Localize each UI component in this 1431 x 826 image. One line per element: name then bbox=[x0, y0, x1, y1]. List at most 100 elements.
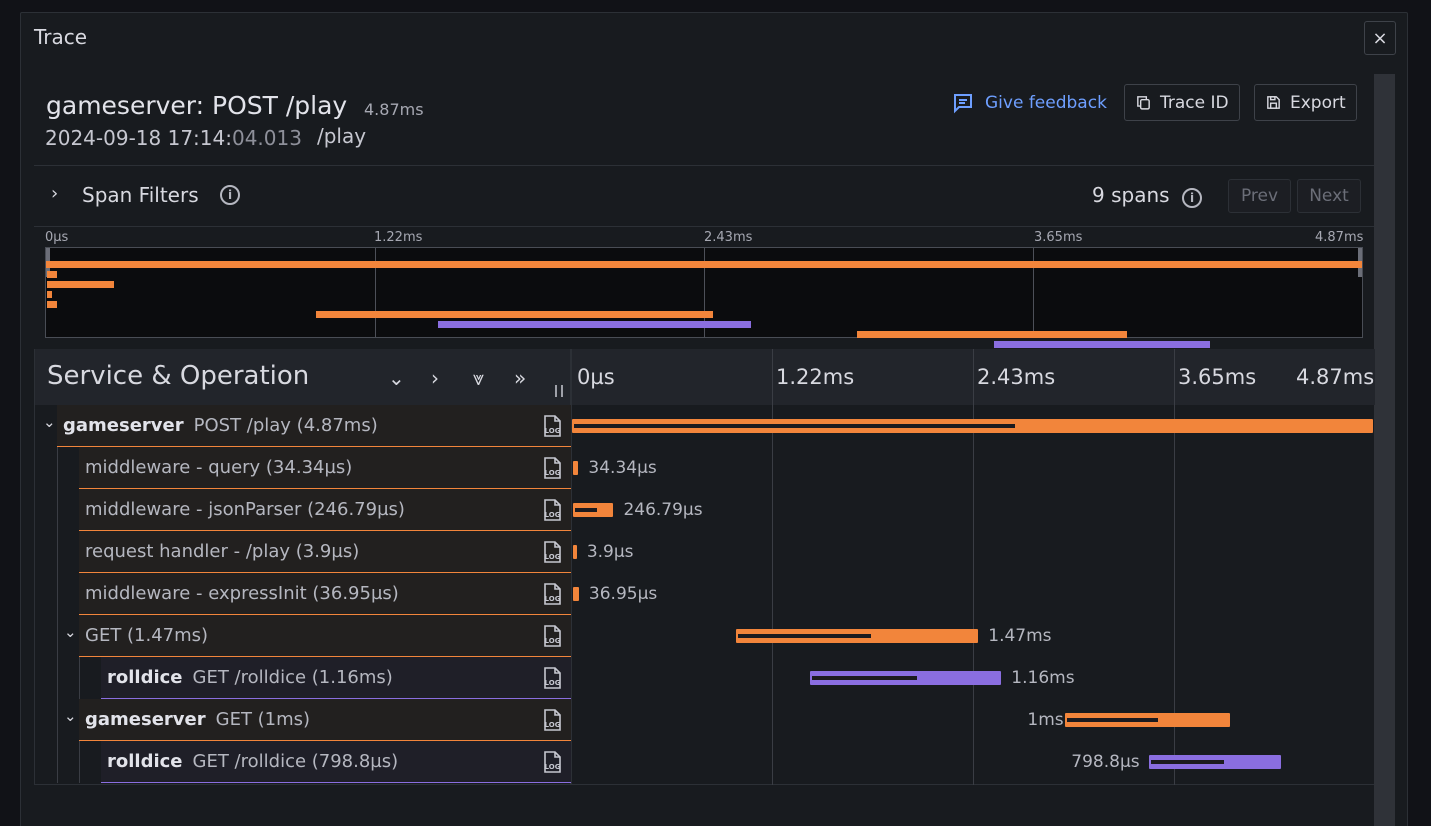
close-button[interactable]: × bbox=[1364, 21, 1396, 55]
span-label[interactable]: ⌄ gameserver POST /play (4.87ms) bbox=[43, 405, 571, 447]
collapse-all-icon[interactable]: ⩔ bbox=[473, 366, 484, 390]
log-icon[interactable]: LOG bbox=[540, 498, 564, 522]
log-icon[interactable]: LOG bbox=[540, 708, 564, 732]
column-resizer[interactable] bbox=[555, 385, 563, 397]
span-label[interactable]: ⌄ GET (1.47ms) bbox=[64, 615, 571, 657]
indent-guide bbox=[57, 699, 58, 741]
minimap-span-bar bbox=[856, 331, 1127, 338]
indent-guide bbox=[57, 741, 58, 783]
log-icon[interactable]: LOG bbox=[540, 624, 564, 648]
span-bar[interactable] bbox=[1065, 713, 1230, 727]
span-duration-label: 246.79µs bbox=[623, 500, 703, 520]
svg-text:LOG: LOG bbox=[545, 679, 561, 687]
indent-guide bbox=[57, 573, 58, 615]
indent-guide bbox=[57, 531, 58, 573]
minimap-span-bar bbox=[46, 261, 1362, 268]
span-row[interactable]: ⌄ gameserver POST /play (4.87ms) LOG bbox=[35, 405, 1375, 447]
span-row[interactable]: ⌄ GET (1.47ms) LOG 1.47ms bbox=[35, 615, 1375, 657]
span-row[interactable]: ⌄ gameserver GET (1ms) LOG 1ms bbox=[35, 699, 1375, 741]
log-icon[interactable]: LOG bbox=[540, 540, 564, 564]
span-row[interactable]: middleware - expressInit (36.95µs) LOG 36.… bbox=[35, 573, 1375, 615]
timeline-tick: 4.87ms bbox=[1296, 365, 1375, 389]
svg-text:LOG: LOG bbox=[545, 595, 561, 603]
next-button[interactable]: Next bbox=[1297, 179, 1361, 213]
span-bar[interactable] bbox=[572, 545, 577, 559]
span-self-time bbox=[574, 424, 1015, 428]
span-row[interactable]: rolldice GET /rolldice (1.16ms) LOG 1.16ms bbox=[35, 657, 1375, 699]
service-operation-header: Service & Operation bbox=[47, 361, 310, 391]
info-icon[interactable]: i bbox=[220, 185, 240, 205]
span-bar[interactable] bbox=[810, 671, 1002, 685]
indent-guide bbox=[79, 741, 80, 783]
span-bar[interactable] bbox=[572, 503, 614, 517]
span-label[interactable]: middleware - jsonParser (246.79µs) bbox=[79, 489, 571, 531]
span-service: gameserver bbox=[63, 415, 184, 436]
span-label[interactable]: middleware - expressInit (36.95µs) bbox=[79, 573, 571, 615]
span-label[interactable]: middleware - query (34.34µs) bbox=[79, 447, 571, 489]
log-icon[interactable]: LOG bbox=[540, 750, 564, 774]
span-self-time bbox=[1151, 760, 1224, 764]
span-row[interactable]: middleware - query (34.34µs) LOG 34.34µs bbox=[35, 447, 1375, 489]
log-icon[interactable]: LOG bbox=[540, 666, 564, 690]
timeline-tick: 2.43ms bbox=[977, 365, 1056, 389]
expand-all-icon[interactable]: » bbox=[514, 366, 526, 390]
export-button[interactable]: Export bbox=[1254, 84, 1357, 121]
span-label[interactable]: rolldice GET /rolldice (1.16ms) bbox=[101, 657, 571, 699]
svg-text:LOG: LOG bbox=[545, 469, 561, 477]
expand-one-icon[interactable]: › bbox=[431, 366, 439, 390]
indent-guide bbox=[79, 657, 80, 699]
save-icon bbox=[1267, 96, 1280, 109]
svg-text:LOG: LOG bbox=[545, 721, 561, 729]
minimap-tick: 3.65ms bbox=[1034, 230, 1083, 245]
info-icon[interactable]: i bbox=[1182, 188, 1202, 208]
span-label[interactable]: rolldice GET /rolldice (798.8µs) bbox=[101, 741, 571, 783]
chevron-down-icon[interactable]: ⌄ bbox=[64, 623, 77, 641]
prev-button[interactable]: Prev bbox=[1228, 179, 1291, 213]
feedback-label: Give feedback bbox=[985, 93, 1107, 113]
minimap-span-bar bbox=[437, 321, 752, 328]
span-duration-label: 34.34µs bbox=[588, 458, 657, 478]
chevron-down-icon[interactable]: ⌄ bbox=[64, 707, 77, 725]
indent-guide bbox=[57, 489, 58, 531]
span-duration-label: 36.95µs bbox=[588, 584, 658, 604]
indent-guide bbox=[57, 657, 58, 699]
span-count: 9 spans bbox=[1092, 183, 1170, 207]
trace-id-button[interactable]: Trace ID bbox=[1124, 84, 1240, 121]
span-operation: GET (1.47ms) bbox=[85, 625, 209, 646]
minimap-ticks: 0µs 1.22ms 2.43ms 3.65ms 4.87ms bbox=[45, 230, 1363, 246]
span-label[interactable]: request handler - /play (3.9µs) bbox=[79, 531, 571, 573]
span-self-time bbox=[1067, 718, 1158, 722]
minimap-span-bar bbox=[47, 271, 57, 278]
span-duration-label: 3.9µs bbox=[586, 542, 634, 562]
timeline-tick: 0µs bbox=[577, 365, 615, 389]
log-icon[interactable]: LOG bbox=[540, 456, 564, 480]
export-label: Export bbox=[1290, 92, 1346, 113]
span-bar[interactable] bbox=[572, 587, 579, 601]
span-label[interactable]: ⌄ gameserver GET (1ms) bbox=[64, 699, 571, 741]
span-bar[interactable] bbox=[572, 419, 1373, 433]
give-feedback-link[interactable]: Give feedback bbox=[951, 91, 1107, 115]
scrollbar[interactable] bbox=[1374, 74, 1395, 826]
minimap-tick: 0µs bbox=[45, 230, 69, 245]
span-operation: middleware - jsonParser (246.79µs) bbox=[85, 499, 405, 520]
log-icon[interactable]: LOG bbox=[540, 414, 564, 438]
divider bbox=[34, 165, 1374, 166]
span-bar[interactable] bbox=[572, 461, 579, 475]
span-bar[interactable] bbox=[736, 629, 979, 643]
span-row[interactable]: middleware - jsonParser (246.79µs) LOG 246… bbox=[35, 489, 1375, 531]
span-bar[interactable] bbox=[1149, 755, 1281, 769]
timeline-tick: 1.22ms bbox=[776, 365, 855, 389]
span-duration-label: 1ms bbox=[1027, 710, 1064, 730]
span-filters-toggle[interactable]: Span Filters bbox=[82, 183, 199, 207]
span-service: rolldice bbox=[107, 751, 183, 772]
chevron-right-icon[interactable]: › bbox=[51, 183, 58, 204]
comment-icon bbox=[954, 94, 972, 114]
trace-duration: 4.87ms bbox=[364, 100, 424, 119]
log-icon[interactable]: LOG bbox=[540, 582, 564, 606]
span-row[interactable]: rolldice GET /rolldice (798.8µs) LOG 798.8µ… bbox=[35, 741, 1375, 783]
collapse-one-icon[interactable]: ⌄ bbox=[388, 366, 405, 390]
trace-minimap[interactable] bbox=[45, 247, 1363, 348]
span-row[interactable]: request handler - /play (3.9µs) LOG 3.9µs bbox=[35, 531, 1375, 573]
chevron-down-icon[interactable]: ⌄ bbox=[43, 413, 56, 431]
trace-timeline: Service & Operation ⌄ › ⩔ » 0µs 1.22ms 2… bbox=[34, 349, 1375, 785]
